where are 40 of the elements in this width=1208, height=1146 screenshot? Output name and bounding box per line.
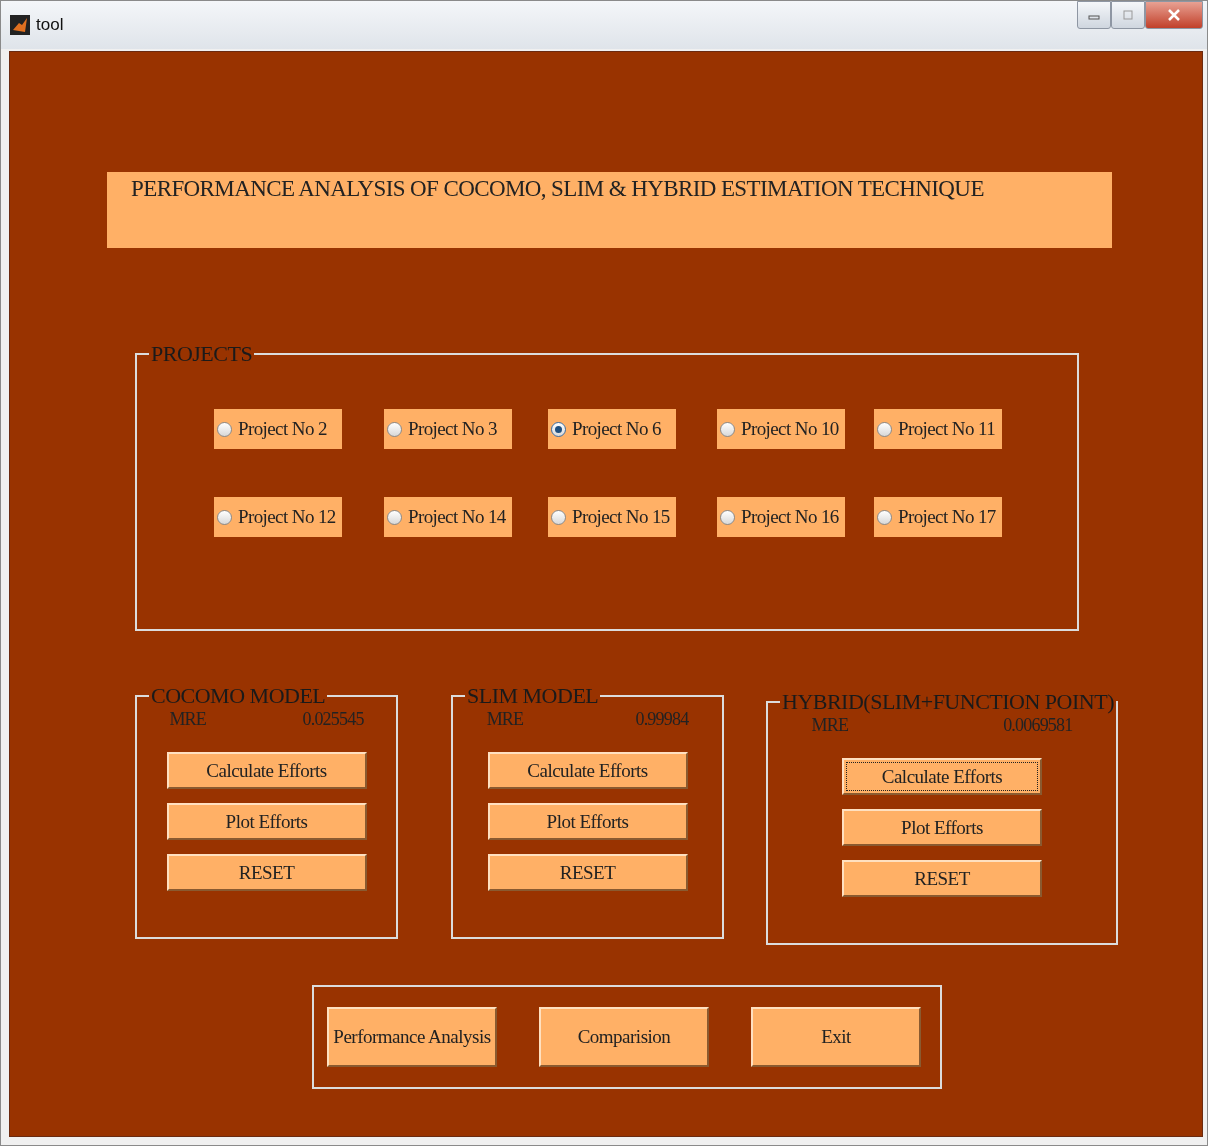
action-button[interactable]: Exit xyxy=(751,1007,921,1067)
action-button[interactable]: RESET xyxy=(166,854,367,891)
maximize-button[interactable] xyxy=(1111,1,1145,29)
mre-value: 0.99984 xyxy=(635,709,689,730)
panel-title: SLIM MODEL xyxy=(466,683,600,709)
action-button[interactable]: Plot Efforts xyxy=(842,809,1042,846)
mre-label: MRE xyxy=(811,715,849,736)
mre-label: MRE xyxy=(486,709,524,730)
project-radio[interactable]: Project No 2 xyxy=(214,409,342,449)
action-button[interactable]: RESET xyxy=(487,854,688,891)
panel-title: HYBRID(SLIM+FUNCTION POINT) xyxy=(781,689,1115,715)
action-button[interactable]: Comparision xyxy=(539,1007,709,1067)
window-title: tool xyxy=(36,15,64,35)
action-button[interactable]: Calculate Efforts xyxy=(166,752,367,789)
panel-title: COCOMO MODEL xyxy=(150,683,327,709)
mre-value: 0.025545 xyxy=(302,709,364,730)
project-radio[interactable]: Project No 6 xyxy=(548,409,676,449)
project-radio[interactable]: Project No 15 xyxy=(548,497,676,537)
action-button[interactable]: Performance Analysis xyxy=(327,1007,497,1067)
project-radio[interactable]: Project No 17 xyxy=(874,497,1002,537)
mre-label: MRE xyxy=(169,709,206,730)
app-icon xyxy=(10,15,30,35)
project-radio[interactable]: Project No 12 xyxy=(214,497,342,537)
panel-title: PROJECTS xyxy=(150,341,254,367)
project-radio[interactable]: Project No 3 xyxy=(384,409,512,449)
close-button[interactable] xyxy=(1145,1,1203,29)
action-button[interactable]: Plot Efforts xyxy=(487,803,688,840)
project-radio[interactable]: Project No 10 xyxy=(717,409,845,449)
action-button[interactable]: Plot Efforts xyxy=(166,803,367,840)
action-button[interactable]: Calculate Efforts xyxy=(487,752,688,789)
action-button[interactable]: RESET xyxy=(842,860,1042,897)
banner-title: PERFORMANCE ANALYSIS OF COCOMO, SLIM & HYBRID ESTIMATION TECHNIQUE xyxy=(131,176,984,201)
close-icon xyxy=(1167,9,1181,21)
mre-value: 0.0069581 xyxy=(1003,715,1073,736)
action-button[interactable]: Calculate Efforts xyxy=(842,758,1042,795)
minimize-button[interactable] xyxy=(1077,1,1111,29)
maximize-icon xyxy=(1122,10,1134,20)
project-radio[interactable]: Project No 11 xyxy=(874,409,1002,449)
project-radio[interactable]: Project No 16 xyxy=(717,497,845,537)
project-radio[interactable]: Project No 14 xyxy=(384,497,512,537)
